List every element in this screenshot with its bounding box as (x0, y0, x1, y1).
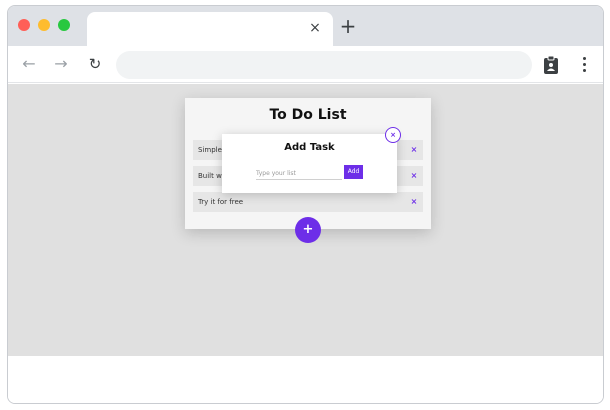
maximize-window-button[interactable] (58, 19, 70, 31)
add-button[interactable]: Add (344, 165, 363, 179)
browser-tab[interactable]: × (87, 12, 333, 46)
delete-task-icon[interactable]: × (409, 192, 419, 212)
clipboard-icon[interactable] (543, 55, 559, 75)
minimize-window-button[interactable] (38, 19, 50, 31)
add-task-modal: Add Task Add (222, 134, 397, 193)
reload-icon[interactable]: ↻ (86, 55, 104, 73)
delete-task-icon[interactable]: × (409, 140, 419, 160)
forward-arrow-icon[interactable]: → (52, 55, 70, 73)
close-window-button[interactable] (18, 19, 30, 31)
task-item: Try it for free × (193, 192, 423, 212)
tab-strip: × + (8, 6, 603, 46)
close-modal-icon[interactable]: × (385, 127, 401, 143)
modal-title: Add Task (284, 142, 335, 153)
browser-window: × + ← → ↻ To Do List Simple × Built wi × (7, 5, 604, 404)
delete-task-icon[interactable]: × (409, 166, 419, 186)
close-icon[interactable]: × (307, 20, 323, 36)
plus-icon[interactable]: + (338, 16, 358, 36)
task-label: Simple (198, 146, 222, 154)
add-task-fab[interactable]: + (295, 217, 321, 243)
address-bar[interactable] (116, 51, 532, 79)
task-label: Try it for free (198, 198, 244, 206)
browser-toolbar: ← → ↻ (8, 46, 603, 83)
task-input[interactable] (256, 168, 342, 180)
todo-title: To Do List (269, 107, 347, 123)
task-label: Built wi (198, 172, 224, 180)
kebab-menu-icon[interactable] (580, 55, 588, 75)
back-arrow-icon[interactable]: ← (20, 55, 38, 73)
todo-card: To Do List Simple × Built wi × Try it fo… (185, 98, 431, 243)
page-bottom-area (8, 356, 603, 403)
page-viewport: To Do List Simple × Built wi × Try it fo… (8, 84, 603, 356)
